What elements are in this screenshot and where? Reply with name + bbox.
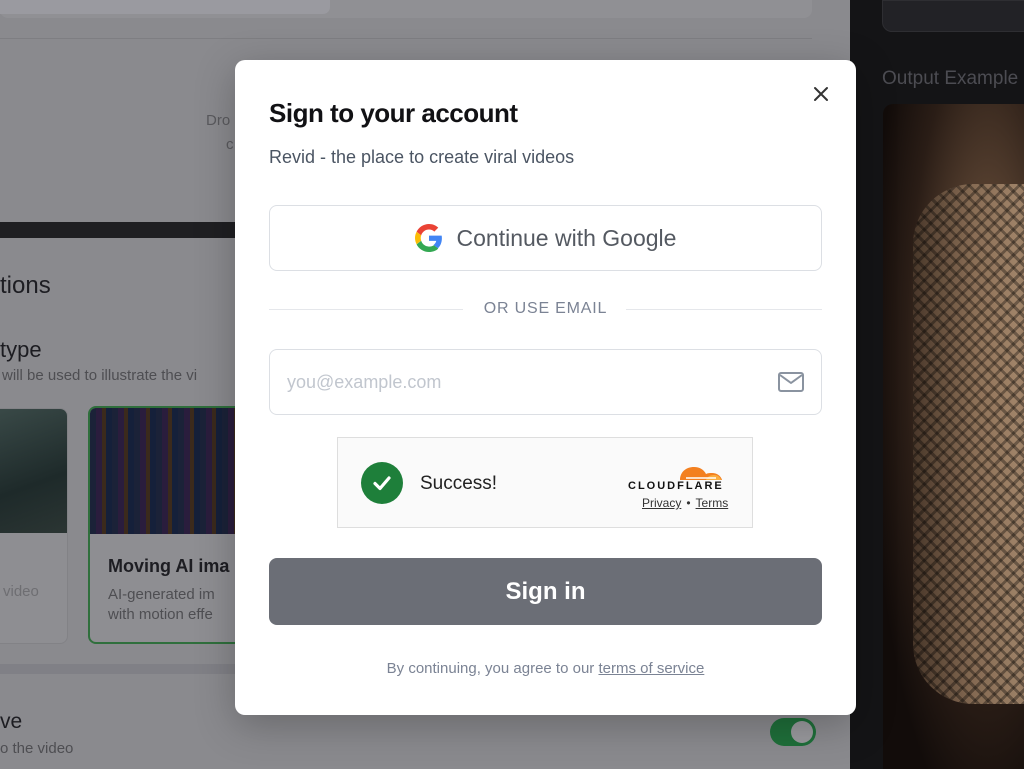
top-tab-pill bbox=[0, 0, 330, 14]
link-separator: • bbox=[686, 496, 691, 510]
drop-area-text: Dro bbox=[206, 112, 231, 129]
modal-title: Sign to your account bbox=[269, 98, 518, 128]
terms-notice: By continuing, you agree to our terms of… bbox=[235, 660, 856, 677]
check-icon bbox=[373, 476, 391, 491]
media-type-card-moving-ai: Moving AI ima AI-generated im with motio… bbox=[88, 406, 258, 644]
close-icon bbox=[814, 87, 828, 101]
success-check-badge bbox=[361, 462, 403, 504]
output-example-label: Output Example bbox=[882, 68, 1019, 89]
email-field-wrapper bbox=[269, 349, 822, 415]
option-toggle bbox=[770, 718, 816, 746]
google-g-icon bbox=[414, 224, 442, 252]
cloudflare-wordmark: CLOUDFLARE bbox=[628, 480, 724, 492]
terms-of-service-link[interactable]: terms of service bbox=[598, 660, 704, 677]
mail-icon bbox=[778, 372, 804, 392]
card-thumbnail bbox=[90, 408, 256, 534]
card-thumbnail bbox=[0, 409, 67, 533]
email-field[interactable] bbox=[270, 350, 760, 414]
media-type-card-video: video bbox=[0, 408, 68, 644]
cloudflare-privacy-link[interactable]: Privacy bbox=[642, 496, 681, 510]
card-description-line-2: with motion effe bbox=[108, 606, 213, 623]
section-heading: tions bbox=[0, 272, 51, 299]
drop-area-text-secondary: c bbox=[226, 136, 234, 153]
output-example-image bbox=[883, 104, 1024, 769]
card-title: Moving AI ima bbox=[108, 556, 230, 576]
captcha-status-text: Success! bbox=[420, 473, 498, 494]
or-divider: OR USE EMAIL bbox=[269, 298, 822, 320]
media-type-description: will be used to illustrate the vi bbox=[2, 367, 198, 384]
google-button-label: Continue with Google bbox=[456, 224, 677, 251]
option-heading: ve bbox=[0, 710, 23, 733]
media-type-heading: type bbox=[0, 337, 42, 362]
card-caption: video bbox=[3, 583, 39, 600]
divider-line-right bbox=[626, 309, 822, 310]
cloudflare-terms-link[interactable]: Terms bbox=[696, 496, 729, 510]
modal-subtitle: Revid - the place to create viral videos bbox=[269, 147, 575, 167]
terms-prefix: By continuing, you agree to our bbox=[386, 660, 595, 677]
close-button[interactable] bbox=[809, 82, 833, 106]
option-description: o the video bbox=[0, 740, 74, 757]
card-description-line-1: AI-generated im bbox=[108, 586, 215, 603]
microphone-mesh bbox=[913, 184, 1024, 704]
continue-with-google-button[interactable]: Continue with Google bbox=[269, 205, 822, 271]
right-panel-card bbox=[882, 0, 1024, 32]
cloudflare-turnstile-widget[interactable]: Success! CLOUDFLARE Privacy • Terms bbox=[337, 437, 753, 528]
sign-in-button[interactable]: Sign in bbox=[269, 558, 822, 625]
sign-in-modal: Sign to your account Revid - the place t… bbox=[235, 60, 856, 715]
cloudflare-links: Privacy • Terms bbox=[642, 496, 728, 510]
